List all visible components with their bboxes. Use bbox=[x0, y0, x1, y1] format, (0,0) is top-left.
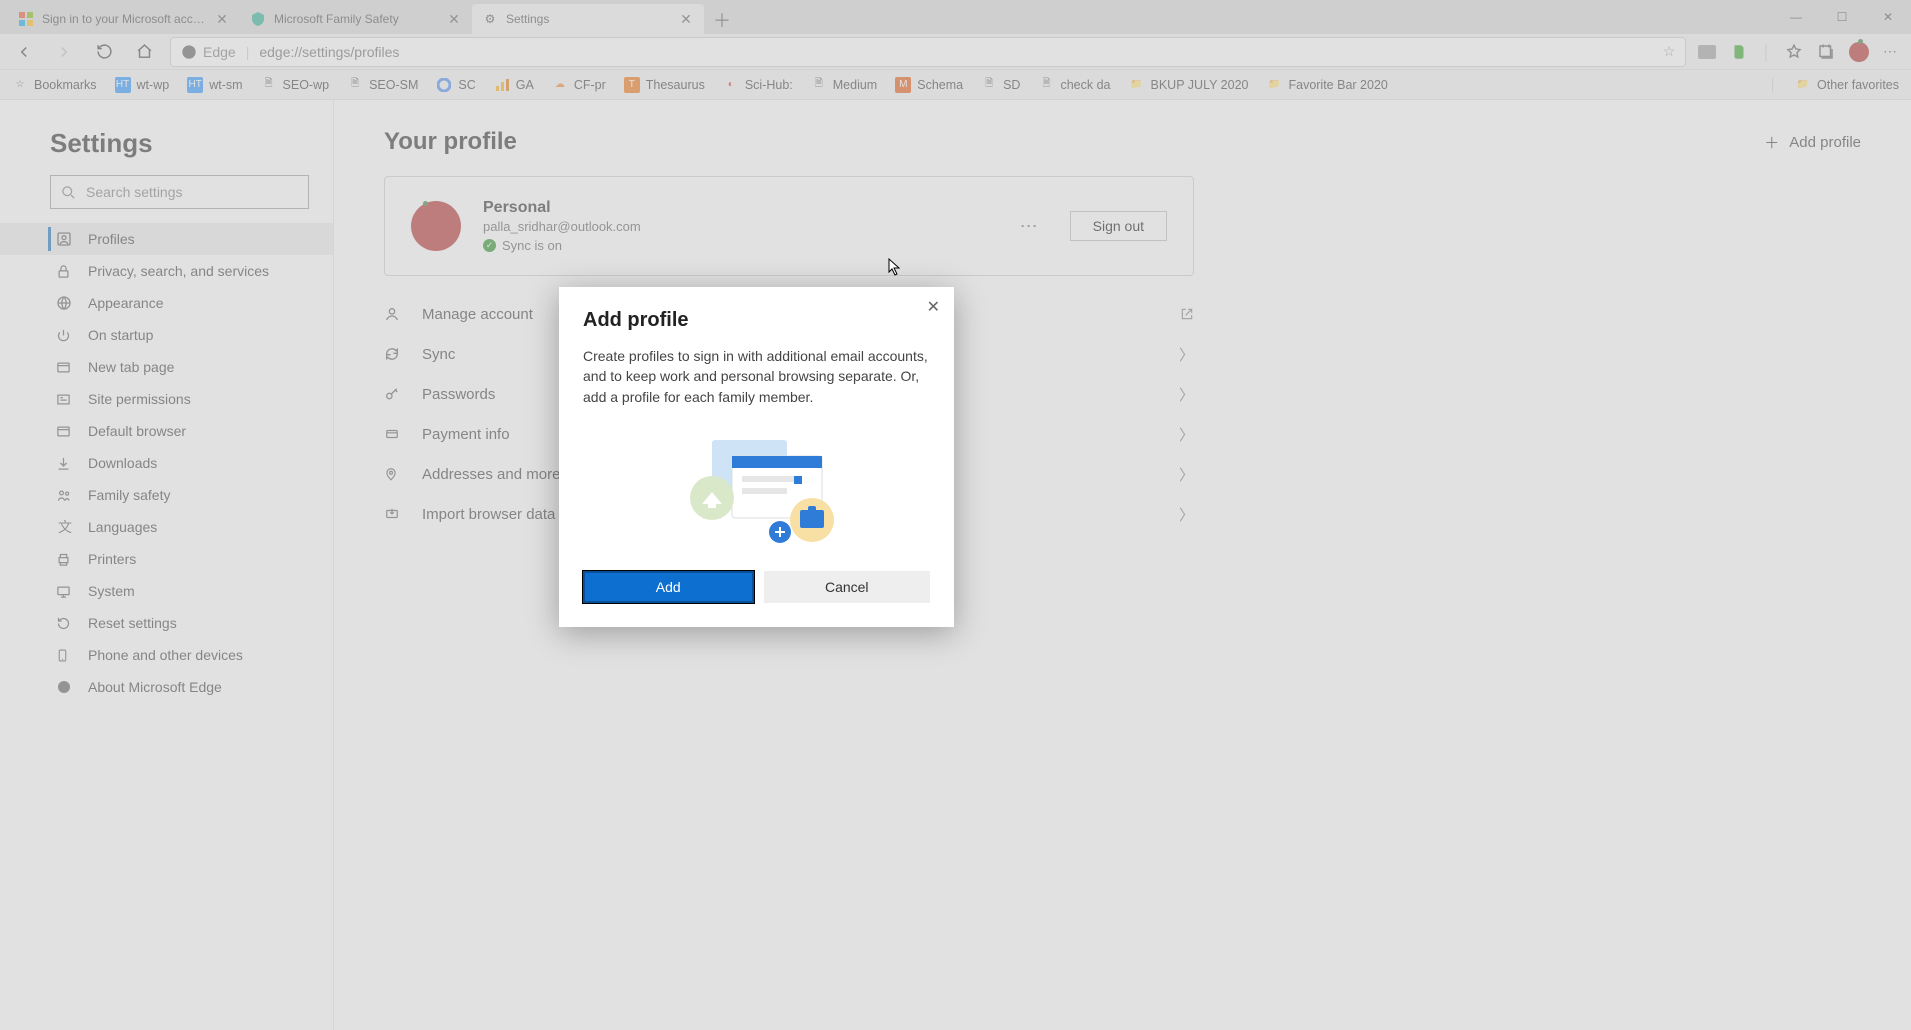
modal-illustration bbox=[583, 423, 930, 553]
modal-title: Add profile bbox=[583, 309, 930, 332]
modal-body: Create profiles to sign in with addition… bbox=[583, 346, 930, 407]
add-button[interactable]: Add bbox=[583, 571, 754, 603]
cancel-button[interactable]: Cancel bbox=[764, 571, 931, 603]
modal-close-button[interactable]: ✕ bbox=[927, 297, 940, 317]
modal-overlay bbox=[0, 0, 1911, 1030]
add-profile-modal: ✕ Add profile Create profiles to sign in… bbox=[559, 287, 954, 627]
